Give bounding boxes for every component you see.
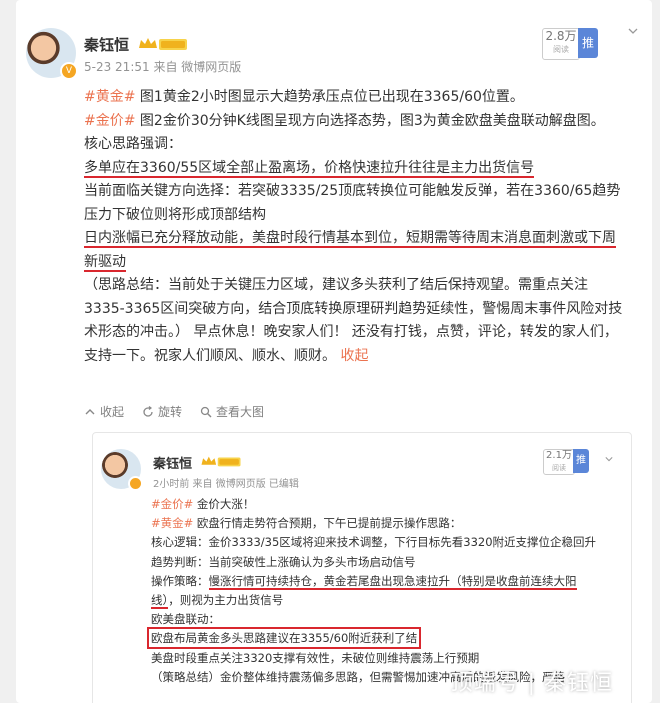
post-body: #黄金# 图1黄金2小时图显示大趋势承压点位已出现在3365/60位置。 #金价… bbox=[84, 86, 624, 368]
repost-line: #金价# 金价大涨！ bbox=[151, 495, 603, 514]
author-name[interactable]: 秦钰恒 bbox=[84, 34, 129, 55]
avatar[interactable]: V bbox=[26, 28, 78, 80]
view-large-label: 查看大图 bbox=[216, 405, 265, 419]
post-meta: 5-23 21:51 来自 微博网页版 bbox=[84, 60, 242, 74]
underlined-text: 慢涨行情可持续持仓，黄金若尾盘出现急速拉升 bbox=[208, 573, 450, 590]
rotate-image-button[interactable]: 旋转 bbox=[142, 403, 182, 420]
hashtag-gold-price: #金价# bbox=[151, 497, 194, 511]
weibo-post-card: V 秦钰恒 5-23 21:51 来自 微博网页版 2.8万 阅读 推广 #黄金… bbox=[16, 0, 652, 703]
view-large-image-button[interactable]: 查看大图 bbox=[200, 403, 264, 420]
vip-crown-icon[interactable] bbox=[137, 36, 189, 52]
rotate-label: 旋转 bbox=[158, 405, 183, 419]
underlined-text: 多单应在3360/55区域全部止盈离场，价格快速拉升往往是主力出货信号 bbox=[84, 159, 535, 178]
hashtag-gold: #黄金# bbox=[151, 516, 194, 531]
rotate-icon bbox=[143, 405, 153, 417]
image-actions: 收起 旋转 查看大图 bbox=[84, 403, 264, 420]
paragraph-5: 当前面临关键方向选择：若突破3335/25顶底转换位可能触发反弹，若在3360/… bbox=[84, 183, 621, 223]
verified-badge-icon: V bbox=[60, 62, 78, 80]
collapse-image-button[interactable]: 收起 bbox=[84, 403, 124, 420]
underlined-text: 日内涨幅已充分释放动能，美盘时段行情基本到位，短期需等待周末消息面刺激或下周新驱… bbox=[84, 230, 616, 272]
verified-badge-icon bbox=[128, 476, 143, 491]
repost-read-label: 阅读 bbox=[552, 464, 566, 472]
collapse-link[interactable]: 收起 bbox=[340, 348, 368, 364]
read-count-label: 阅读 bbox=[553, 45, 569, 54]
read-count: 2.8万 bbox=[545, 29, 577, 43]
repost-line-text: 欧盘行情走势符合预期，下午已提前提示操作思路： bbox=[193, 516, 462, 531]
repost-line-text: 金价大涨！ bbox=[193, 497, 255, 511]
boxed-text: 欧盘布局黄金多头思路建议在3355/60附近获利了结 bbox=[146, 627, 422, 650]
chevron-down-icon bbox=[605, 457, 613, 462]
chevron-down-icon[interactable] bbox=[628, 26, 638, 36]
paragraph-3: 核心思路强调： bbox=[84, 136, 182, 152]
vip-crown-icon bbox=[201, 456, 241, 467]
paragraph-6: 日内涨幅已充分释放动能，美盘时段行情基本到位，短期需等待周末消息面刺激或下周新驱… bbox=[84, 227, 624, 274]
repost-meta: 2小时前 来自 微博网页版 已编辑 bbox=[153, 479, 299, 490]
paragraph-2: #金价# 图2金价30分钟K线图呈现方向选择态势，图3为黄金欧盘美盘联动解盘图。 bbox=[84, 110, 624, 134]
paragraph-1: #黄金# 图1黄金2小时图显示大趋势承压点位已出现在3365/60位置。 bbox=[84, 86, 624, 110]
magnify-icon bbox=[200, 406, 212, 417]
repost-promote-label: 推广 bbox=[573, 449, 589, 490]
repost-author-name: 秦钰恒 bbox=[153, 457, 193, 472]
watermark: 顶端号 | 秦钰恒 bbox=[450, 671, 613, 696]
repost-avatar bbox=[101, 449, 143, 491]
collapse-label: 收起 bbox=[100, 405, 125, 419]
paragraph-1-text: 图1黄金2小时图显示大趋势承压点位已出现在3365/60位置。 bbox=[135, 89, 524, 105]
repost-line: 欧美盘联动： bbox=[151, 612, 220, 627]
paragraph-7: （思路总结：当前处于关键压力区域，建议多头获利了结后保持观望。需重点关注3335… bbox=[84, 274, 624, 368]
paragraph-4: 多单应在3360/55区域全部止盈离场，价格快速拉升往往是主力出货信号 bbox=[84, 157, 624, 181]
repost-read-count: 2.1万 bbox=[546, 450, 572, 461]
paragraph-2-text: 图2金价30分钟K线图呈现方向选择态势，图3为黄金欧盘美盘联动解盘图。 bbox=[135, 112, 605, 129]
hashtag-gold[interactable]: #黄金# bbox=[84, 89, 135, 105]
repost-line: #黄金# 欧盘行情走势符合预期，下午已提前提示操作思路： bbox=[151, 514, 603, 533]
collapse-icon bbox=[85, 408, 95, 414]
repost-line-text: 操作策略： bbox=[151, 573, 209, 588]
repost-read-badge: 2.1万 阅读 bbox=[543, 449, 575, 475]
embedded-screenshot-post[interactable]: 秦钰恒 2小时前 来自 微博网页版 已编辑 2.1万 阅读 推广 #金价# 金价… bbox=[92, 432, 632, 703]
repost-line: 趋势判断：当前突破性上涨确认为多头市场启动信号 bbox=[151, 554, 416, 569]
repost-line: 欧盘布局黄金多头思路建议在3355/60附近获利了结 bbox=[146, 627, 603, 650]
repost-line: 操作策略：慢涨行情可持续持仓，黄金若尾盘出现急速拉升（特别是收盘前连续大阳线），… bbox=[151, 572, 603, 610]
repost-line: 核心逻辑：金价3333/35区域将迎来技术调整，下行目标先看3320附近支撑位企… bbox=[151, 535, 597, 550]
read-count-badge: 2.8万 阅读 bbox=[542, 28, 580, 60]
repost-body: #金价# 金价大涨！ #黄金# 欧盘行情走势符合预期，下午已提前提示操作思路： … bbox=[146, 495, 603, 687]
repost-line-text: ，则视为主力出货信号 bbox=[168, 593, 284, 608]
promote-button[interactable]: 推广 bbox=[578, 28, 598, 80]
hashtag-gold-price[interactable]: #金价# bbox=[84, 113, 135, 129]
